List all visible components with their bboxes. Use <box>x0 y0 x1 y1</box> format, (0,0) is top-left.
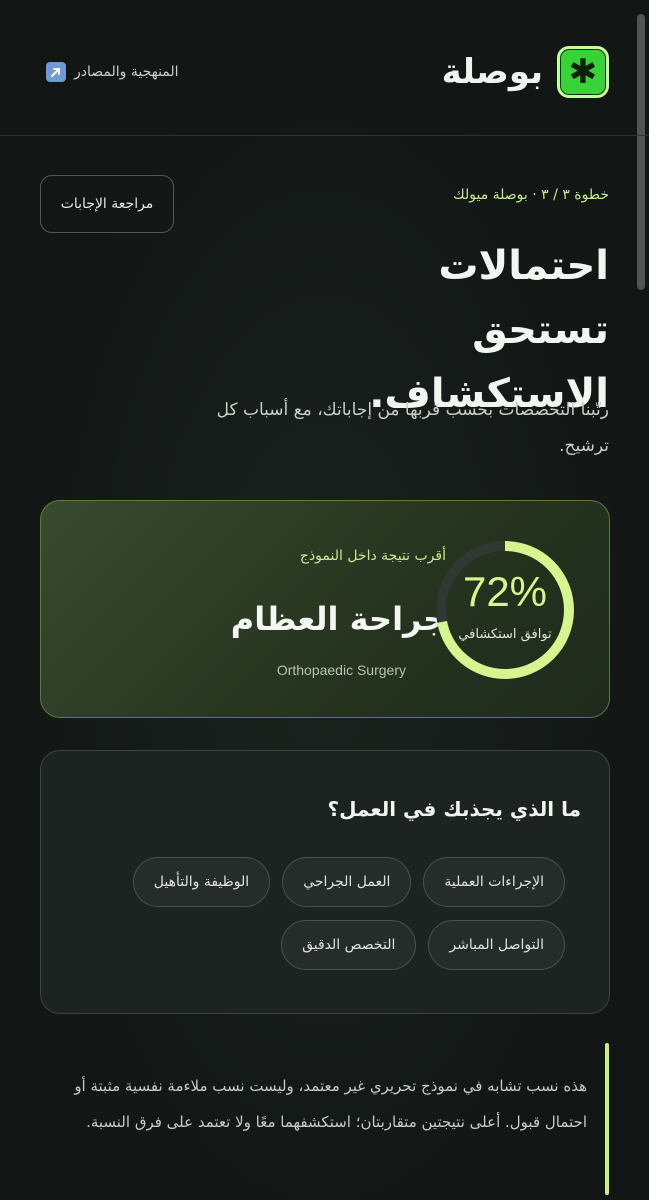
chip-direct-contact[interactable]: التواصل المباشر <box>428 920 565 970</box>
external-link-icon <box>46 62 66 82</box>
methodology-link-label: المنهجية والمصادر <box>74 64 179 80</box>
brand[interactable]: ✱ بوصلة <box>442 46 609 98</box>
attraction-chips: الإجراءات العملية العمل الجراحي الوظيفة … <box>95 857 565 970</box>
top-bar: ✱ بوصلة المنهجية والمصادر <box>0 0 649 136</box>
result-kicker: أقرب نتيجة داخل النموذج <box>299 548 446 564</box>
match-label: توافق استكشافي <box>458 627 552 642</box>
note-accent-bar <box>605 1043 609 1195</box>
chip-practical-procedures[interactable]: الإجراءات العملية <box>423 857 565 907</box>
methodology-link[interactable]: المنهجية والمصادر <box>46 62 179 82</box>
step-indicator: خطوة ٣ / ٣ · بوصلة ميولك <box>453 187 609 203</box>
result-specialty-english: Orthopaedic Surgery <box>276 662 406 678</box>
attraction-title: ما الذي يجذبك في العمل؟ <box>327 797 581 821</box>
chip-subspecialty[interactable]: التخصص الدقيق <box>281 920 417 970</box>
review-answers-button[interactable]: مراجعة الإجابات <box>40 175 174 233</box>
disclaimer-note: هذه نسب تشابه في نموذج تحريري غير معتمد،… <box>74 1077 587 1131</box>
match-percent: 72% <box>462 568 548 615</box>
chip-function-rehab[interactable]: الوظيفة والتأهيل <box>132 857 271 907</box>
asterisk-icon: ✱ <box>557 46 609 98</box>
page-subtitle: رتّبنا التخصصات بحسب قربها من إجاباتك، م… <box>216 400 609 456</box>
brand-name: بوصلة <box>441 52 543 92</box>
result-specialty-name: جراحة العظام <box>230 600 446 638</box>
page: ✱ بوصلة المنهجية والمصادر خطوة ٣ / ٣ · ب… <box>0 0 649 1200</box>
chip-surgical-work[interactable]: العمل الجراحي <box>282 857 412 907</box>
